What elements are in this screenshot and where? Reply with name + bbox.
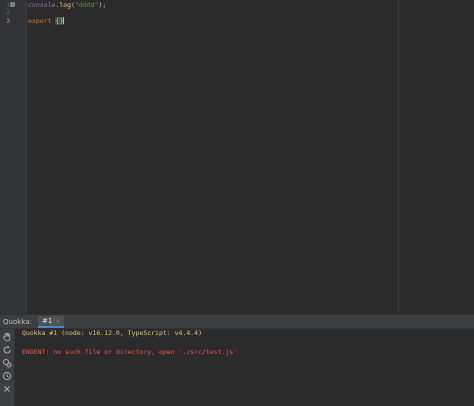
tab-quokka-1[interactable]: #1 × xyxy=(38,316,65,328)
tool-window-title: Quokka: xyxy=(3,318,32,326)
line-number-gutter: 1 2 3 xyxy=(0,0,27,314)
line-number-3: 3 xyxy=(6,17,10,25)
token-string: "dddd" xyxy=(75,1,99,9)
breakpoint-marker-icon[interactable] xyxy=(10,2,15,7)
token-braces: {} xyxy=(55,17,64,25)
token-export-keyword: export xyxy=(28,17,52,25)
refresh-icon[interactable] xyxy=(2,345,12,355)
token-log: log xyxy=(59,1,72,9)
tool-window-header: Quokka: #1 × xyxy=(0,314,474,329)
quokka-tool-window: Quokka: #1 × Quokka #1 (node: v16.12.0, T… xyxy=(0,314,474,406)
token-console: console xyxy=(28,1,56,9)
right-margin-guide xyxy=(398,0,399,314)
ide-window: 1 2 3 console.log("dddd"); export {} Quo… xyxy=(0,0,474,406)
code-line-3[interactable]: export {} xyxy=(28,17,65,25)
clock-icon[interactable] xyxy=(2,371,12,381)
code-line-1[interactable]: console.log("dddd"); xyxy=(28,1,106,9)
console-error-line: ENOENT: no such file or directory, open … xyxy=(22,348,238,356)
token-close: ); xyxy=(98,1,107,9)
settings-icon[interactable] xyxy=(2,358,12,368)
close-icon[interactable] xyxy=(2,384,12,394)
text-caret xyxy=(63,17,65,24)
tool-window-toolbar xyxy=(0,329,15,406)
hand-icon[interactable] xyxy=(2,332,12,342)
tab-close-icon[interactable]: × xyxy=(55,318,60,325)
tab-label: #1 xyxy=(42,317,53,325)
console-info-line: Quokka #1 (node: v16.12.0, TypeScript: v… xyxy=(22,329,203,337)
code-editor[interactable]: 1 2 3 console.log("dddd"); export {} xyxy=(0,0,474,314)
line-number-2: 2 xyxy=(6,8,10,16)
